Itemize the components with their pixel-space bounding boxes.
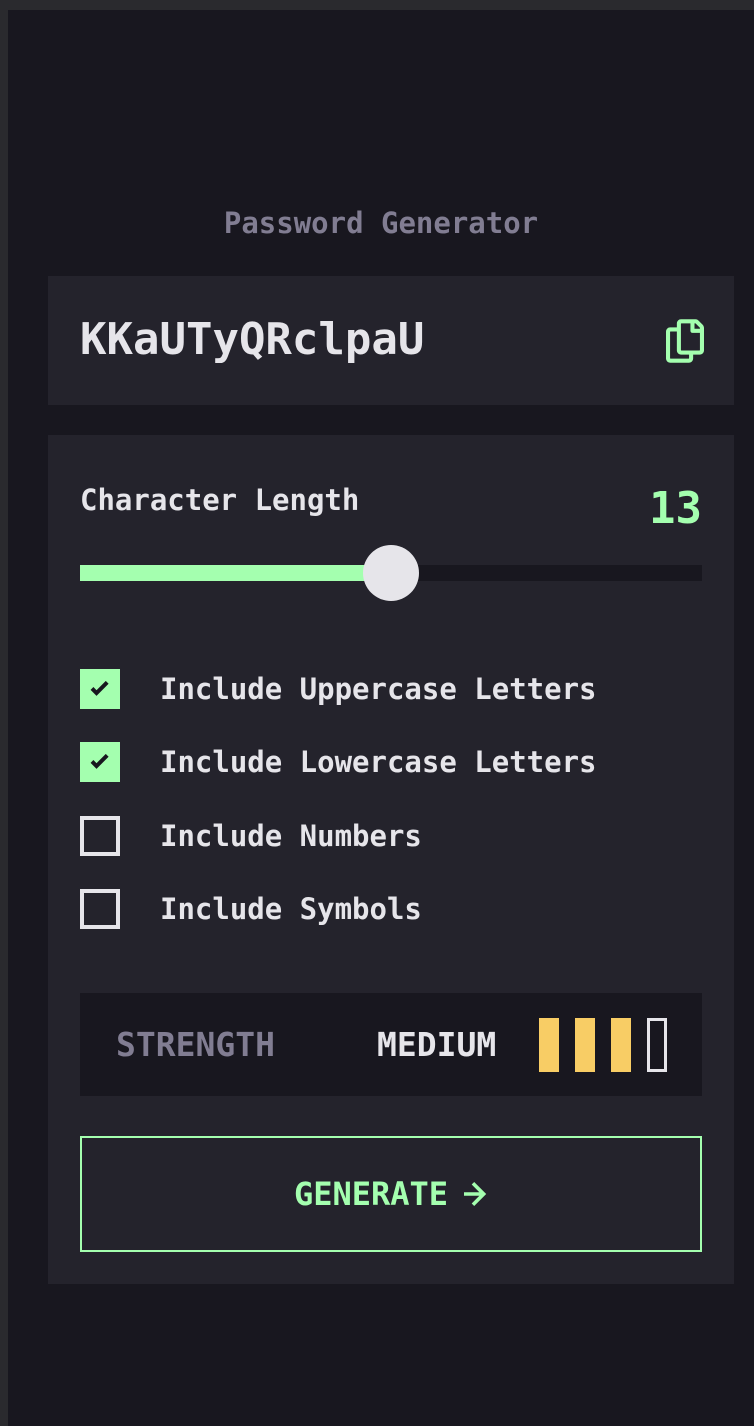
- copy-icon[interactable]: [666, 319, 704, 363]
- page-title: Password Generator: [223, 206, 539, 240]
- option-numbers[interactable]: Include Numbers: [80, 816, 422, 856]
- check-icon: [90, 681, 109, 696]
- slider-thumb[interactable]: [363, 545, 419, 601]
- settings-panel: Character Length 13 Include Uppercase Le…: [48, 435, 734, 1284]
- numbers-checkbox[interactable]: [80, 816, 120, 856]
- generate-button[interactable]: GENERATE: [80, 1136, 702, 1252]
- strength-meter: STRENGTH MEDIUM: [80, 993, 702, 1096]
- option-label: Include Lowercase Letters: [160, 745, 597, 779]
- option-label: Include Symbols: [160, 892, 422, 926]
- lowercase-checkbox[interactable]: [80, 742, 120, 782]
- password-output: KKaUTyQRclpaU: [48, 276, 734, 405]
- symbols-checkbox[interactable]: [80, 889, 120, 929]
- option-lowercase[interactable]: Include Lowercase Letters: [80, 742, 597, 782]
- character-length-value: 13: [649, 483, 702, 534]
- slider-fill: [80, 565, 391, 581]
- option-symbols[interactable]: Include Symbols: [80, 889, 422, 929]
- character-length-label: Character Length: [80, 483, 360, 517]
- check-icon: [90, 754, 109, 769]
- length-slider[interactable]: [80, 545, 702, 601]
- strength-bars: [539, 1018, 683, 1072]
- strength-value: MEDIUM: [377, 1025, 497, 1064]
- option-label: Include Uppercase Letters: [160, 672, 597, 706]
- strength-bar: [611, 1018, 631, 1072]
- option-uppercase[interactable]: Include Uppercase Letters: [80, 669, 597, 709]
- app-frame: Password Generator KKaUTyQRclpaU Charact…: [8, 10, 754, 1426]
- option-label: Include Numbers: [160, 819, 422, 853]
- strength-bar: [539, 1018, 559, 1072]
- strength-bar: [575, 1018, 595, 1072]
- strength-label: STRENGTH: [116, 1025, 275, 1064]
- generated-password: KKaUTyQRclpaU: [80, 314, 425, 365]
- generate-label: GENERATE: [293, 1175, 449, 1213]
- uppercase-checkbox[interactable]: [80, 669, 120, 709]
- strength-bar: [647, 1018, 667, 1072]
- arrow-right-icon: [464, 1182, 487, 1206]
